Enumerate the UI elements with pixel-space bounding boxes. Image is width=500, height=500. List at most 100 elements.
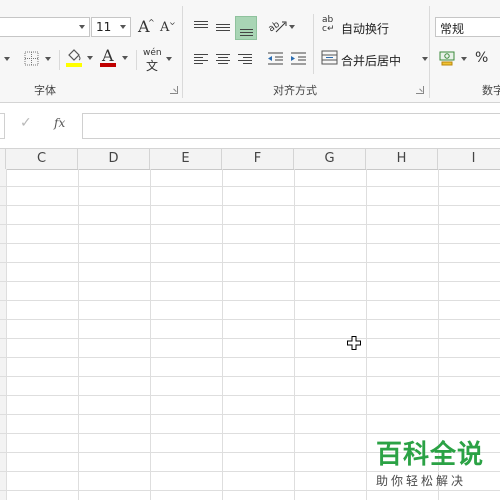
gridline-horizontal [0,300,500,301]
line [240,32,253,33]
align-bottom-button[interactable] [235,16,257,40]
chevron-down-icon [79,25,85,29]
gridline-horizontal [0,262,500,263]
gridline-vertical [294,169,295,500]
align-top-button[interactable] [191,16,211,38]
phonetic-guide-button[interactable]: wén 文 [142,46,174,73]
line [243,63,252,64]
orientation-button[interactable]: ab [266,16,298,38]
wrap-text-label: 自动换行 [341,22,390,36]
number-format-value: 常规 [440,22,465,36]
chevron-down-icon [122,56,128,60]
gridline-horizontal [0,281,500,282]
gridline-vertical [78,169,79,500]
gridline-horizontal [0,376,500,377]
group-separator [182,6,183,98]
column-header-g[interactable]: G [294,149,366,169]
chevron-down-icon [87,56,93,60]
fill-color-button[interactable] [65,47,97,71]
column-header-f[interactable]: F [222,149,294,169]
font-name-dropdown[interactable] [0,17,90,37]
line [194,57,203,58]
insert-function-button[interactable]: fx [54,116,65,130]
chevron-down-icon [422,57,428,61]
line [218,57,228,58]
gridline-vertical [366,169,367,500]
gridline-horizontal [0,224,500,225]
column-header-h[interactable]: H [366,149,438,169]
align-left-button[interactable] [191,48,211,70]
alignment-dialog-launcher-icon[interactable] [416,86,424,94]
gridline-horizontal [0,414,500,415]
formula-input[interactable] [82,113,500,139]
group-separator [429,6,430,98]
decrease-font-size-button[interactable]: A ^ [157,16,176,38]
separator [313,14,314,74]
svg-text:ab: ab [267,20,282,35]
font-dialog-launcher-icon[interactable] [170,86,178,94]
orientation-icon: ab [267,20,287,35]
line [243,57,252,58]
wrap-text-icon: ab c↵ [322,15,335,34]
name-box[interactable] [0,113,5,139]
fill-color-swatch [66,63,82,67]
chevron-down-icon [166,57,172,61]
line [216,24,230,25]
gridline-vertical [6,169,7,500]
accounting-format-button[interactable] [438,48,470,70]
align-center-button[interactable] [213,48,233,70]
line [238,60,252,61]
chevron-down-icon [120,25,126,29]
line [216,30,230,31]
decrease-font-glyph: A [160,20,170,35]
line [194,54,208,55]
chevron-down-icon[interactable] [4,57,10,61]
accounting-icon [439,51,455,66]
borders-button[interactable] [24,49,54,69]
column-header-e[interactable]: E [150,149,222,169]
column-header-row: C D E F G H I [0,148,500,170]
font-size-dropdown[interactable]: 11 [91,17,131,37]
decrease-indent-button[interactable] [266,48,286,70]
align-right-button[interactable] [235,48,255,70]
ribbon: 11 A ^ A ^ A wén 文 字体 ab ab c↵ 自动换行 合并后居… [0,0,500,103]
watermark-subtitle: 助你轻松解决 [376,474,467,488]
up-caret-icon: ^ [148,18,155,27]
separator [136,50,137,70]
wrap-text-button[interactable]: ab c↵ 自动换行 [320,16,400,38]
increase-indent-button[interactable] [289,48,309,70]
borders-icon [24,51,39,66]
column-header-d[interactable]: D [78,149,150,169]
line [194,21,208,22]
line [194,60,208,61]
merge-center-button[interactable]: 合并后居中 [320,48,430,70]
line [216,27,230,28]
increase-font-size-button[interactable]: A ^ [136,16,155,38]
font-color-swatch [100,63,116,67]
font-group-label: 字体 [34,84,56,97]
watermark-logo: 百科全说 助你轻松解决 [376,440,496,496]
alignment-group-label: 对齐方式 [273,84,317,97]
cell-select-cursor-icon [347,336,361,350]
chevron-down-icon [289,25,295,29]
line [194,27,208,28]
column-header-i[interactable]: I [438,149,500,169]
separator [59,50,60,70]
line [240,35,253,36]
gridline-vertical [150,169,151,500]
down-caret-icon: ^ [169,17,176,26]
percent-style-button[interactable]: % [472,48,494,70]
paint-bucket-icon [68,49,81,61]
chevron-down-icon [45,57,51,61]
number-format-dropdown[interactable]: 常规 [435,17,500,37]
font-color-button[interactable]: A [100,46,132,71]
line [194,63,203,64]
column-header-c[interactable]: C [6,149,78,169]
enter-check-icon[interactable]: ✓ [20,115,32,131]
formula-bar: ✓ fx [0,103,500,148]
align-middle-button[interactable] [213,16,233,38]
decrease-indent-icon [268,52,283,65]
merge-center-label: 合并后居中 [341,54,402,68]
line [194,24,208,25]
watermark-title: 百科全说 [376,440,485,470]
